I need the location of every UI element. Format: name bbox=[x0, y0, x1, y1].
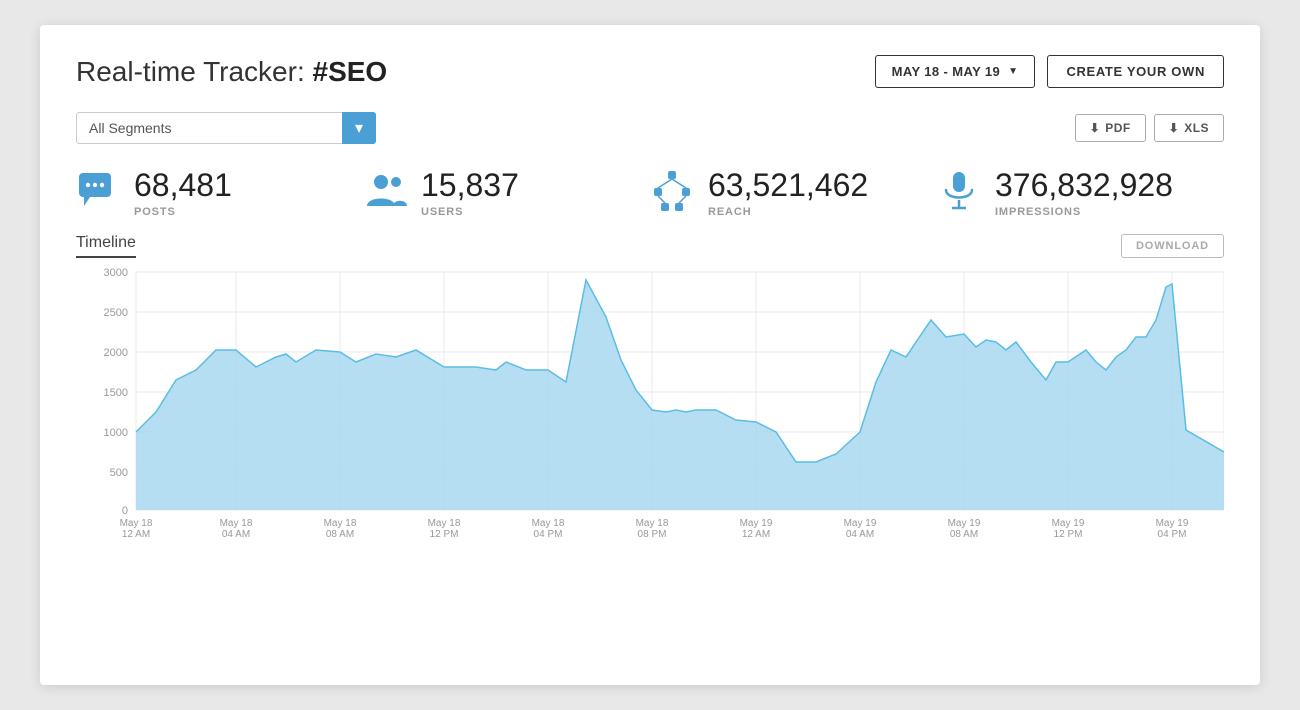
create-own-button[interactable]: CREATE YOUR OWN bbox=[1047, 55, 1224, 88]
svg-text:12 AM: 12 AM bbox=[122, 529, 150, 540]
svg-text:04 AM: 04 AM bbox=[846, 529, 874, 540]
metric-users-data: 15,837 USERS bbox=[421, 168, 519, 217]
svg-text:08 AM: 08 AM bbox=[950, 529, 978, 540]
svg-text:May 19: May 19 bbox=[948, 518, 981, 529]
users-label: USERS bbox=[421, 206, 519, 218]
header-actions: MAY 18 - MAY 19 ▼ CREATE YOUR OWN bbox=[875, 55, 1224, 88]
svg-text:04 AM: 04 AM bbox=[222, 529, 250, 540]
users-value: 15,837 bbox=[421, 168, 519, 203]
svg-text:04 PM: 04 PM bbox=[1158, 529, 1187, 540]
users-icon bbox=[363, 168, 407, 218]
metric-posts: 68,481 POSTS bbox=[76, 168, 363, 218]
network-icon bbox=[650, 168, 694, 218]
posts-label: POSTS bbox=[134, 206, 232, 218]
toolbar: All Segments Segment 1 Segment 2 ⬇ PDF ⬇… bbox=[76, 112, 1224, 144]
timeline-chart: 3000 2500 2000 1500 1000 500 0 May 18 bbox=[76, 262, 1224, 552]
timeline-section: Timeline DOWNLOAD bbox=[76, 234, 1224, 552]
svg-text:May 19: May 19 bbox=[740, 518, 773, 529]
impressions-label: IMPRESSIONS bbox=[995, 206, 1173, 218]
timeline-header: Timeline DOWNLOAD bbox=[76, 234, 1224, 258]
svg-text:500: 500 bbox=[110, 467, 128, 479]
svg-text:May 18: May 18 bbox=[636, 518, 669, 529]
svg-text:May 18: May 18 bbox=[532, 518, 565, 529]
svg-text:May 18: May 18 bbox=[120, 518, 153, 529]
svg-text:1000: 1000 bbox=[104, 427, 128, 439]
chat-icon bbox=[76, 168, 120, 218]
svg-text:1500: 1500 bbox=[104, 387, 128, 399]
page-title: Real-time Tracker: #SEO bbox=[76, 56, 387, 88]
chevron-down-icon: ▼ bbox=[1008, 66, 1018, 77]
reach-value: 63,521,462 bbox=[708, 168, 868, 203]
metric-posts-data: 68,481 POSTS bbox=[134, 168, 232, 217]
date-range-button[interactable]: MAY 18 - MAY 19 ▼ bbox=[875, 55, 1036, 88]
svg-text:12 AM: 12 AM bbox=[742, 529, 770, 540]
svg-text:2000: 2000 bbox=[104, 347, 128, 359]
xls-export-button[interactable]: ⬇ XLS bbox=[1154, 114, 1224, 142]
metric-users: 15,837 USERS bbox=[363, 168, 650, 218]
pdf-export-button[interactable]: ⬇ PDF bbox=[1075, 114, 1146, 142]
svg-text:04 PM: 04 PM bbox=[534, 529, 563, 540]
metric-reach-data: 63,521,462 REACH bbox=[708, 168, 868, 217]
download-icon-xls: ⬇ bbox=[1169, 121, 1180, 135]
svg-text:May 18: May 18 bbox=[428, 518, 461, 529]
download-icon-pdf: ⬇ bbox=[1090, 121, 1101, 135]
reach-label: REACH bbox=[708, 206, 868, 218]
download-button[interactable]: DOWNLOAD bbox=[1121, 234, 1224, 258]
svg-text:12 PM: 12 PM bbox=[430, 529, 459, 540]
segment-select[interactable]: All Segments Segment 1 Segment 2 bbox=[76, 112, 376, 144]
svg-text:08 AM: 08 AM bbox=[326, 529, 354, 540]
svg-text:08 PM: 08 PM bbox=[638, 529, 667, 540]
metric-impressions: 376,832,928 IMPRESSIONS bbox=[937, 168, 1224, 218]
segment-select-wrapper: All Segments Segment 1 Segment 2 bbox=[76, 112, 376, 144]
metric-impressions-data: 376,832,928 IMPRESSIONS bbox=[995, 168, 1173, 217]
svg-text:12 PM: 12 PM bbox=[1054, 529, 1083, 540]
mic-icon bbox=[937, 168, 981, 218]
svg-text:May 18: May 18 bbox=[220, 518, 253, 529]
impressions-value: 376,832,928 bbox=[995, 168, 1173, 203]
timeline-title: Timeline bbox=[76, 234, 136, 258]
chart-container: 3000 2500 2000 1500 1000 500 0 May 18 bbox=[76, 262, 1224, 552]
svg-text:May 19: May 19 bbox=[1052, 518, 1085, 529]
svg-text:2500: 2500 bbox=[104, 307, 128, 319]
export-buttons: ⬇ PDF ⬇ XLS bbox=[1075, 114, 1224, 142]
main-card: Real-time Tracker: #SEO MAY 18 - MAY 19 … bbox=[40, 25, 1260, 685]
date-range-label: MAY 18 - MAY 19 bbox=[892, 64, 1000, 79]
posts-value: 68,481 bbox=[134, 168, 232, 203]
svg-text:May 19: May 19 bbox=[844, 518, 877, 529]
svg-text:0: 0 bbox=[122, 505, 128, 517]
metrics-row: 68,481 POSTS 15,837 USERS bbox=[76, 168, 1224, 218]
svg-text:May 18: May 18 bbox=[324, 518, 357, 529]
svg-text:3000: 3000 bbox=[104, 267, 128, 279]
metric-reach: 63,521,462 REACH bbox=[650, 168, 937, 218]
svg-text:May 19: May 19 bbox=[1156, 518, 1189, 529]
page-header: Real-time Tracker: #SEO MAY 18 - MAY 19 … bbox=[76, 55, 1224, 88]
